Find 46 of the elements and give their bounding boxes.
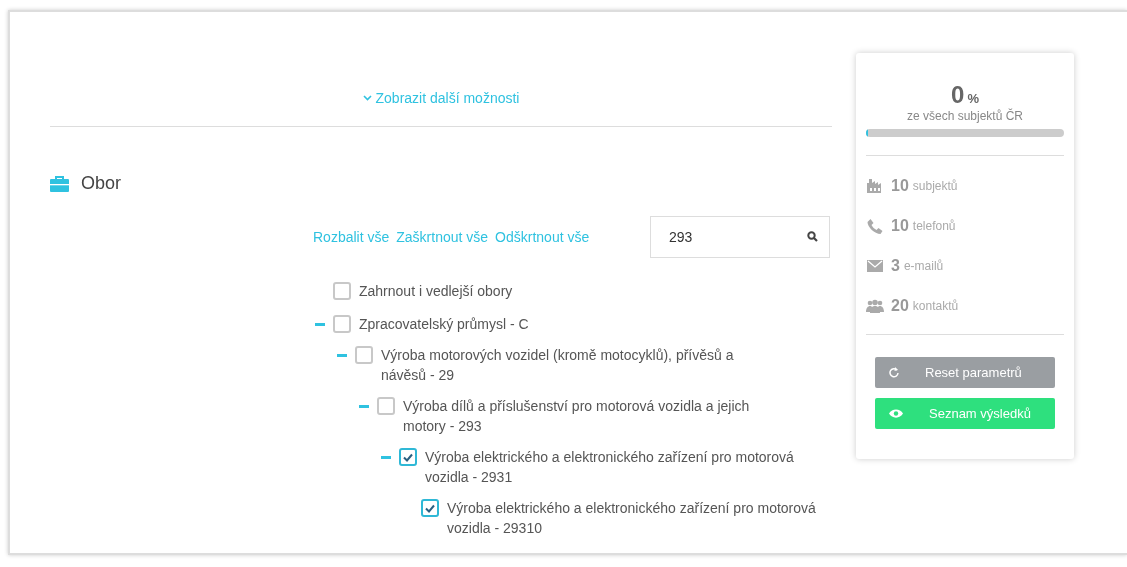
stat-label: subjektů: [912, 179, 958, 193]
checkbox[interactable]: [333, 282, 351, 300]
stat-count: 10: [891, 217, 909, 235]
stat-count: 10: [891, 177, 909, 195]
briefcase-icon: [50, 175, 69, 192]
checkbox[interactable]: [399, 448, 417, 466]
stat-count: 3: [891, 257, 900, 275]
check-icon: [403, 452, 413, 462]
tree-action-link[interactable]: Zaškrtnout vše: [396, 229, 489, 245]
tree-item-label: Výroba elektrického a elektronického zařízení pro motorová vozidla - 29310: [447, 499, 817, 538]
checkbox-label: Zahrnout i vedlejší obory: [359, 282, 513, 301]
percent-value: 0: [951, 81, 965, 109]
people-icon: [866, 299, 884, 313]
results-button[interactable]: Seznam výsledků: [875, 398, 1055, 429]
chevron-down-icon: [362, 95, 372, 101]
stat-label: e-mailů: [903, 259, 944, 273]
envelope-icon: [866, 260, 884, 272]
section-title: Obor: [81, 173, 122, 194]
show-more-link[interactable]: Zobrazit další možnosti: [362, 90, 520, 106]
collapse-toggle[interactable]: [359, 404, 369, 408]
checkbox[interactable]: [421, 499, 439, 517]
factory-icon: [866, 179, 884, 193]
checkbox[interactable]: [355, 346, 373, 364]
search-icon: [807, 231, 818, 242]
stat-label: kontaktů: [912, 299, 959, 313]
tree-item-label: Výroba motorových vozidel (kromě motocyklů), přívěsů a návěsů - 29: [381, 346, 735, 385]
tree-action-link[interactable]: Rozbalit vše: [313, 229, 390, 245]
collapse-toggle[interactable]: [337, 353, 347, 357]
collapse-toggle[interactable]: [381, 455, 391, 459]
tree-item-label: Zpracovatelský průmysl - C: [359, 315, 529, 334]
checkbox[interactable]: [333, 315, 351, 333]
reset-button[interactable]: Reset parametrů: [875, 357, 1055, 388]
tree-item-label: Výroba elektrického a elektronického zařízení pro motorová vozidla - 2931: [425, 448, 795, 487]
percent-caption: ze všech subjektů ČR: [906, 109, 1024, 123]
tree-item-label: Výroba dílů a příslušenství pro motorová vozidla a jejich motory - 293: [403, 397, 751, 436]
phone-icon: [866, 218, 884, 234]
search-field[interactable]: 293: [650, 216, 830, 258]
tree-action-link[interactable]: Odškrtnout vše: [495, 229, 590, 245]
checkbox[interactable]: [377, 397, 395, 415]
check-icon: [425, 503, 435, 513]
collapse-toggle[interactable]: [315, 322, 325, 326]
stat-label: telefonů: [912, 219, 956, 233]
percent-unit: %: [967, 91, 979, 106]
refresh-icon: [889, 367, 899, 378]
stat-count: 20: [891, 297, 909, 315]
eye-icon: [889, 409, 903, 418]
